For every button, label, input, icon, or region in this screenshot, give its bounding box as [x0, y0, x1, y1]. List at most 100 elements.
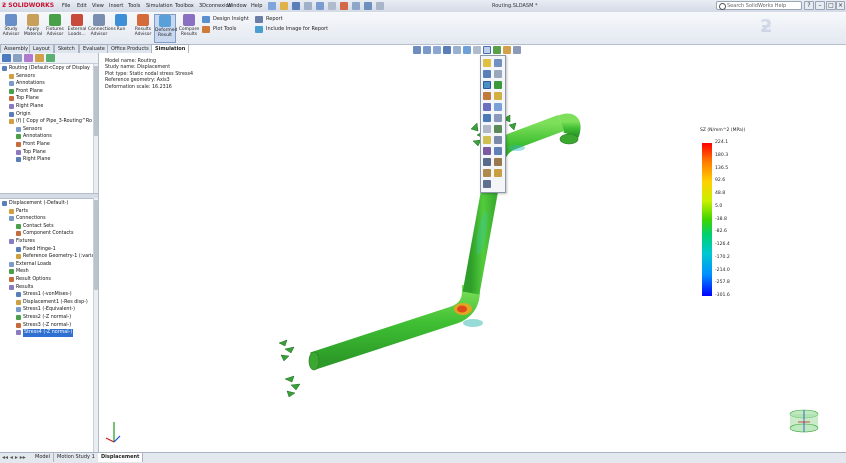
feature-tree-row[interactable]: Right Plane [0, 103, 98, 111]
menu-simulation[interactable]: Simulation [146, 0, 173, 12]
study-tree-row[interactable]: Stress3 (-Z normal-) [0, 322, 98, 330]
new-document-icon[interactable] [268, 2, 276, 10]
tab-evaluate[interactable]: Evaluate [79, 44, 109, 53]
report-image-icon[interactable] [494, 169, 502, 177]
tab-assembly[interactable]: Assembly [0, 44, 33, 53]
tab-office-products[interactable]: Office Products [107, 44, 153, 53]
customize-icon[interactable] [376, 2, 384, 10]
menu-insert[interactable]: Insert [109, 0, 123, 12]
bottom-tab-model[interactable]: Model [32, 453, 55, 462]
report-button[interactable]: Report [255, 15, 283, 24]
feature-tree-row[interactable]: Right Plane [0, 156, 98, 164]
menu-tools[interactable]: Tools [128, 0, 140, 12]
sensor-icon[interactable] [483, 169, 491, 177]
feature-tree-scrollbar[interactable] [93, 64, 98, 193]
legend-icon[interactable] [483, 125, 491, 133]
study-tree-row[interactable]: Stress2 (-Z normal-) [0, 314, 98, 322]
fixture-arrows-bottom[interactable] [278, 339, 301, 398]
close-flyout-icon[interactable] [483, 180, 491, 188]
model-viewport[interactable] [99, 53, 846, 452]
view-orientation-cube-icon[interactable] [784, 408, 824, 436]
zoom-to-area-icon[interactable] [423, 46, 431, 54]
feature-tree-row[interactable]: Routing (Default<Copy of Display [0, 65, 98, 73]
menu-edit[interactable]: Edit [77, 0, 87, 12]
pipe-segment-bottom[interactable] [310, 285, 480, 370]
display-manager-tab-icon[interactable] [46, 54, 55, 62]
file-properties-icon[interactable] [352, 2, 360, 10]
study-tree-row[interactable]: Component Contacts [0, 230, 98, 238]
menu-window[interactable]: Window [227, 0, 247, 12]
feature-tree-row[interactable]: (f) [ Copy of Pipe_3-Routing^Ro [0, 118, 98, 126]
feature-tree-row[interactable]: Origin [0, 111, 98, 119]
results-advisor-button[interactable]: Results Advisor [132, 14, 154, 43]
dimxpert-tab-icon[interactable] [35, 54, 44, 62]
bottom-tab-displacement[interactable]: Displacement [98, 453, 144, 462]
animate-icon[interactable] [483, 81, 491, 89]
study-tree-row[interactable]: External Loads [0, 261, 98, 269]
study-tree-row[interactable]: Stress4 (-Z normal-) [0, 329, 98, 337]
plot-settings-icon[interactable] [483, 46, 491, 54]
feature-tree-row[interactable]: Annotations [0, 133, 98, 141]
solidworks-logo[interactable]: ƻ SOLIDWORKS [2, 1, 56, 11]
zoom-to-fit-icon[interactable] [413, 46, 421, 54]
compare-results-button[interactable]: Compare Results [178, 14, 200, 43]
property-manager-tab-icon[interactable] [13, 54, 22, 62]
rebuild-icon[interactable] [340, 2, 348, 10]
appearance-icon[interactable] [513, 46, 521, 54]
feature-tree-row[interactable]: Top Plane [0, 149, 98, 157]
external-loads-button[interactable]: External Loads... [66, 14, 88, 43]
study-tree-row[interactable]: Stress1 (-Equivalent-) [0, 306, 98, 314]
scene-icon[interactable] [493, 46, 501, 54]
save-plot-icon[interactable] [483, 147, 491, 155]
options-gear-icon[interactable] [364, 2, 372, 10]
feature-tree-row[interactable]: Sensors [0, 126, 98, 134]
plot-tools-button[interactable]: Plot Tools [202, 25, 236, 34]
deformed-result-button[interactable]: Deformed Result [154, 14, 177, 43]
edit-definition-icon[interactable] [483, 59, 491, 67]
study-tree-row[interactable]: Result Options [0, 276, 98, 284]
configuration-tab-icon[interactable] [24, 54, 33, 62]
list-selected-icon[interactable] [483, 103, 491, 111]
pipe-model[interactable] [308, 113, 581, 371]
dimension-icon[interactable] [494, 158, 502, 166]
graph-icon[interactable] [494, 103, 502, 111]
close-button[interactable]: × [836, 1, 845, 10]
study-tree-scrollbar[interactable] [93, 198, 98, 452]
study-tree-row[interactable]: Fixed Hinge-1 [0, 246, 98, 254]
tab-simulation[interactable]: Simulation [151, 44, 190, 53]
section-clipping-icon[interactable] [483, 70, 491, 78]
graphics-area[interactable]: Model name: Routing Study name: Displace… [99, 53, 846, 452]
section-view-icon[interactable] [443, 46, 451, 54]
view-settings-icon[interactable] [503, 46, 511, 54]
select-arrow-icon[interactable] [328, 2, 336, 10]
feature-tree-row[interactable]: Annotations [0, 80, 98, 88]
flow-icon[interactable] [483, 158, 491, 166]
display-style-icon[interactable] [463, 46, 471, 54]
hide-show-items-icon[interactable] [473, 46, 481, 54]
mesh-display-icon[interactable] [483, 114, 491, 122]
study-tree-row[interactable]: Displacement1 (-Res disp-) [0, 299, 98, 307]
undo-icon[interactable] [316, 2, 324, 10]
light-icon[interactable] [483, 136, 491, 144]
apply-material-button[interactable]: Apply Material [22, 14, 44, 43]
menu-toolbox[interactable]: Toolbox [175, 0, 194, 12]
study-tree-row[interactable]: Results [0, 284, 98, 292]
plot-tools-icon[interactable] [494, 125, 502, 133]
run-button[interactable]: Run [110, 14, 132, 43]
study-tree-row[interactable]: Contact Sets [0, 223, 98, 231]
tab-layout[interactable]: Layout [29, 44, 54, 53]
feature-tree-row[interactable]: Top Plane [0, 95, 98, 103]
study-tree-row[interactable]: Mesh [0, 268, 98, 276]
feature-tree-row[interactable]: Front Plane [0, 141, 98, 149]
fixtures-advisor-button[interactable]: Fixtures Advisor [44, 14, 66, 43]
feature-tree-tab-icon[interactable] [2, 54, 11, 62]
study-advisor-button[interactable]: Study Advisor [0, 14, 22, 43]
view-orientation-icon[interactable] [453, 46, 461, 54]
settings-icon[interactable] [494, 92, 502, 100]
study-tree-row[interactable]: Reference Geometry-1 (:variab [0, 253, 98, 261]
help-button[interactable]: ? [804, 1, 814, 10]
iso-clipping-icon[interactable] [494, 70, 502, 78]
search-input[interactable]: Search SolidWorks Help [716, 1, 802, 10]
include-image-button[interactable]: Include Image for Report [255, 25, 328, 34]
probe-icon[interactable] [494, 59, 502, 67]
